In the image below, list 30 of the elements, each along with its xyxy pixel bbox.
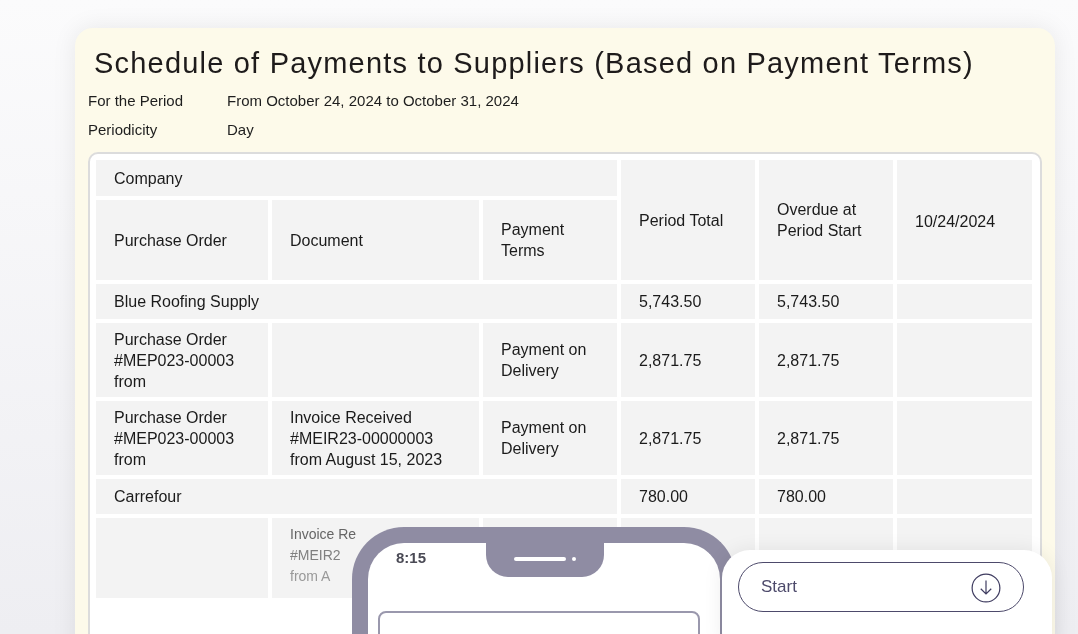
- table-cell: Payment on Delivery: [483, 323, 617, 397]
- start-button[interactable]: Start: [738, 562, 1024, 612]
- phone-time: 8:15: [396, 548, 427, 568]
- table-cell: 780.00: [759, 479, 893, 514]
- table-cell: 2,871.75: [759, 323, 893, 397]
- header-cell: Purchase Order: [96, 200, 268, 280]
- table-cell: Purchase Order #MEP023-00003 from: [96, 401, 268, 475]
- table-cell: Carrefour: [96, 479, 617, 514]
- table-cell: Invoice Received #MEIR23-00000003 from August 15, 2023: [272, 401, 479, 475]
- header-cell: Overdue at Period Start: [759, 160, 893, 280]
- header-cell: Period Total: [621, 160, 755, 280]
- header-cell: Company: [96, 160, 617, 196]
- table-cell: Blue Roofing Supply: [96, 284, 617, 319]
- field-label: For the Period: [88, 91, 185, 111]
- table-cell: Purchase Order #MEP023-00003 from: [96, 323, 268, 397]
- field-label: Periodicity: [88, 120, 159, 140]
- table-cell: 780.00: [621, 479, 755, 514]
- field-value: Day: [227, 120, 254, 140]
- header-cell: Payment Terms: [483, 200, 617, 280]
- table-cell: 2,871.75: [621, 323, 755, 397]
- table-cell: Payment on Delivery: [483, 401, 617, 475]
- table-cell: 5,743.50: [759, 284, 893, 319]
- header-cell: Document: [272, 200, 479, 280]
- table-cell: 2,871.75: [759, 401, 893, 475]
- table-cell: 5,743.50: [621, 284, 755, 319]
- report-title: Schedule of Payments to Suppliers (Based on Payment Terms): [93, 46, 975, 81]
- table-cell: 2,871.75: [621, 401, 755, 475]
- field-value: From October 24, 2024 to October 31, 2024: [227, 91, 519, 111]
- download-icon: [971, 573, 1001, 603]
- header-cell: 10/24/2024: [897, 160, 1032, 280]
